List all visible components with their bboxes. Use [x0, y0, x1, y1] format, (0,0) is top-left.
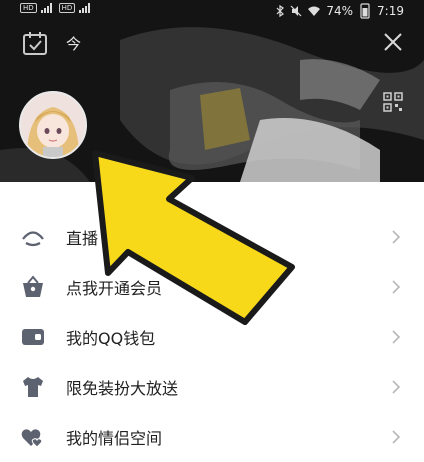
chevron-right-icon: [392, 330, 401, 344]
calendar-check-icon[interactable]: [22, 30, 48, 56]
status-bar: HD HD 74% 7:19: [0, 0, 424, 20]
avatar-image: [21, 93, 85, 157]
menu-item-vip[interactable]: 点我开通会员: [0, 262, 424, 312]
mute-icon: [290, 5, 302, 17]
hearts-icon: [21, 429, 43, 448]
bluetooth-icon: [276, 5, 285, 17]
menu-item-couple-space[interactable]: 我的情侣空间: [0, 412, 424, 462]
menu-item-label: 我的情侣空间: [66, 429, 163, 448]
signal-icon-2: [79, 3, 91, 13]
qr-code-icon[interactable]: [383, 92, 403, 112]
menu-item-label: 直播: [66, 229, 99, 248]
hd-badge: HD: [20, 3, 37, 13]
menu-item-label: 限免装扮大放送: [66, 379, 179, 398]
menu-item-label: 点我开通会员: [66, 279, 163, 298]
drawer-menu: 直播 点我开通会员 我的QQ钱包 限免装扮大放送 我的情侣空间: [0, 212, 424, 462]
chevron-right-icon: [392, 430, 401, 444]
menu-item-label: 我的QQ钱包: [66, 329, 156, 348]
wifi-icon: [308, 6, 321, 16]
profile-header: HD HD 74% 7:19 今: [0, 0, 424, 182]
menu-item-live[interactable]: 直播: [0, 212, 424, 262]
vip-basket-icon: [23, 275, 43, 297]
status-right: 74% 7:19: [276, 2, 404, 20]
avatar[interactable]: [19, 91, 87, 159]
battery-percent: 74%: [326, 4, 354, 18]
close-icon[interactable]: [381, 30, 405, 54]
signal-icon: [40, 3, 52, 13]
menu-item-wallet[interactable]: 我的QQ钱包: [0, 312, 424, 362]
hd-badge-2: HD: [58, 3, 76, 13]
chevron-right-icon: [392, 230, 401, 244]
chevron-right-icon: [392, 280, 401, 294]
status-left: HD HD: [20, 3, 93, 13]
header-title: 今: [66, 35, 82, 53]
shirt-icon: [23, 377, 43, 397]
chevron-right-icon: [392, 380, 401, 394]
wallet-icon: [22, 329, 44, 345]
battery-icon: [360, 3, 370, 19]
live-icon: [22, 231, 44, 247]
menu-item-dressup[interactable]: 限免装扮大放送: [0, 362, 424, 412]
clock-time: 7:19: [377, 4, 404, 18]
